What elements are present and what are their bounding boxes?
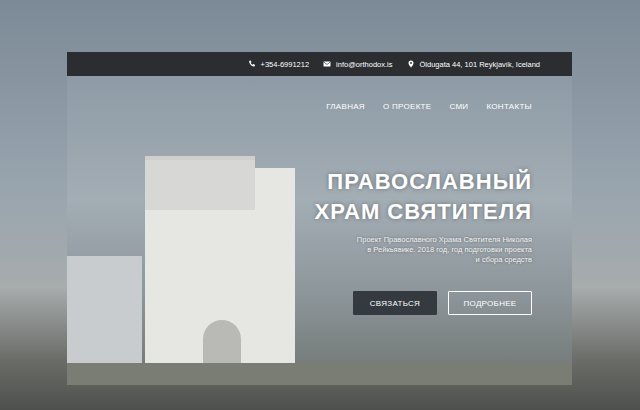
pin-icon — [407, 60, 415, 68]
hero-subtitle: Проект Православного Храма Святителя Ник… — [357, 235, 532, 265]
hero-button[interactable]: ПОДРОБНЕЕ — [448, 291, 532, 315]
hero-button[interactable]: СВЯЗАТЬСЯ — [353, 291, 437, 315]
contact-item[interactable]: info@orthodox.is — [323, 60, 392, 69]
nav-item[interactable]: КОНТАКТЫ — [486, 102, 532, 111]
contact-item[interactable]: +354-6991212 — [248, 60, 310, 69]
nav-item[interactable]: СМИ — [449, 102, 468, 111]
mail-icon — [323, 60, 331, 68]
hero-buttons: СВЯЗАТЬСЯ ПОДРОБНЕЕ — [353, 291, 532, 315]
main-nav: ГЛАВНАЯ О ПРОЕКТЕ СМИ КОНТАКТЫ — [326, 102, 532, 111]
page: +354-6991212 info@orthodox.is Öldugata 44,… — [0, 0, 640, 410]
nav-item[interactable]: ГЛАВНАЯ — [326, 102, 365, 111]
hero: ГЛАВНАЯ О ПРОЕКТЕ СМИ КОНТАКТЫ ПРАВОСЛАВНЫЙХ… — [67, 76, 572, 385]
hero-title: ПРАВОСЛАВНЫЙХРАМ СВЯТИТЕЛЯ — [315, 167, 532, 227]
contact-item[interactable]: Öldugata 44, 101 Reykjavík, Iceland — [407, 60, 541, 69]
church-photo — [67, 76, 572, 385]
contact-bar: +354-6991212 info@orthodox.is Öldugata 44,… — [67, 52, 572, 76]
nav-item[interactable]: О ПРОЕКТЕ — [383, 102, 432, 111]
phone-icon — [248, 60, 256, 68]
site-card: +354-6991212 info@orthodox.is Öldugata 44,… — [67, 52, 572, 385]
